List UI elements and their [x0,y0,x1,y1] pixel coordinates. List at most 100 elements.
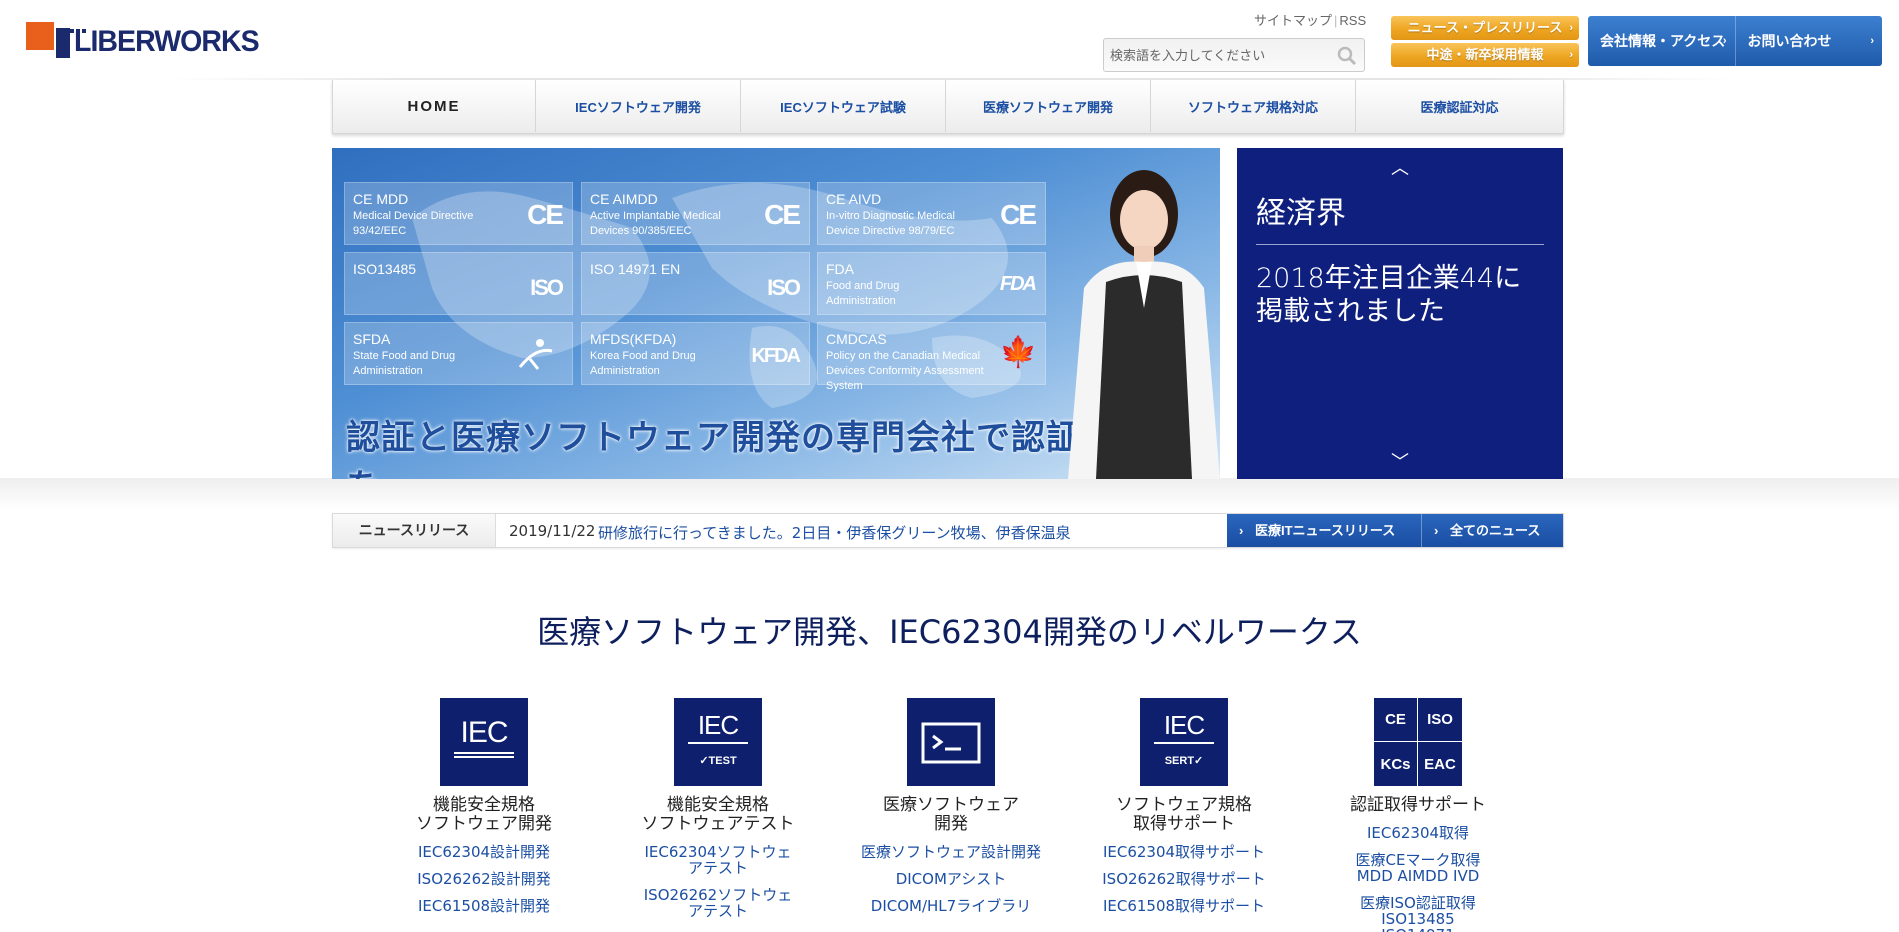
cert-tile-desc: In-vitro Diagnostic Medical Device Direc… [826,210,955,237]
cert-tile: CE AIVD In-vitro Diagnostic Medical Devi… [817,182,1046,245]
nav-software-standards[interactable]: ソフトウェア規格対応 [1151,80,1356,132]
news-press-label: ニュース・プレスリリース [1407,20,1563,35]
feature-body[interactable]: 2018年注目企業44に掲載されました [1256,262,1546,328]
cert-tile-desc: Active Implantable Medical Devices 90/38… [590,210,721,237]
service-name-line: 認証取得サポート [1350,795,1486,815]
service-name-line: ソフトウェア開発 [416,814,552,834]
chevron-right-icon: › [1569,22,1573,34]
iso-mark-icon: ISO [767,275,801,300]
service-link[interactable]: ISO26262取得サポート [1069,871,1299,887]
iec-icon-label: IEC [697,710,739,740]
news-date: 2019/11/22 [509,522,596,540]
cert-tile-title: ISO13485 [353,261,417,277]
iec-test-icon[interactable]: IEC ✓TEST [674,698,762,786]
cert-tile-title: CE AIVD [826,191,882,207]
terminal-icon[interactable] [907,698,995,786]
chevron-right-icon: › [1722,35,1727,47]
logo-text: LIBERWORKS [74,25,260,58]
liberworks-logo[interactable]: LIBERWORKS [26,18,260,60]
fda-mark-icon: FDA [999,273,1037,295]
ce-mark-icon: CE [764,199,801,230]
search-input[interactable] [1104,39,1329,71]
company-access-button[interactable]: 会社情報・アクセス › [1588,16,1736,66]
feature-divider [1256,244,1544,245]
receptionist-photo [1068,170,1220,479]
iso-icon: ISO [1418,698,1462,742]
service-name-line: 機能安全規格 [667,795,769,815]
service-link[interactable]: IEC62304ソフトウェアテスト [641,844,795,876]
nav-medical-certification[interactable]: 医療認証対応 [1356,80,1563,132]
service-link[interactable]: 医療ソフトウェア設計開発 [836,844,1066,860]
nav-home[interactable]: HOME [333,80,536,132]
cert-tile-desc: State Food and Drug Administration [353,350,456,377]
all-news-button[interactable]: › 全てのニュース [1422,514,1563,547]
nav-medical-software-dev[interactable]: 医療ソフトウェア開発 [946,80,1151,132]
cert-tile-desc: Korea Food and Drug Administration [590,350,696,377]
service-column: 医療ソフトウェア 開発 医療ソフトウェア設計開発 DICOMアシスト DICOM… [836,698,1066,925]
hero-banner[interactable]: CE MDD Medical Device Directive 93/42/EE… [332,148,1220,479]
service-column: IEC 機能安全規格 ソフトウェア開発 IEC62304設計開発 ISO2626… [369,698,599,925]
service-link[interactable]: IEC62304取得 [1351,825,1485,841]
service-link[interactable]: IEC62304取得サポート [1069,844,1299,860]
news-press-button[interactable]: ニュース・プレスリリース › [1391,16,1579,40]
cert-tile: ISO 14971 EN ISO [581,252,810,315]
chevron-right-icon: › [1239,523,1244,538]
medical-it-news-label: 医療ITニュースリリース [1255,523,1396,538]
nav-iec-software-dev[interactable]: IECソフトウェア開発 [536,80,741,132]
iec-icon[interactable]: IEC [440,698,528,786]
service-name-line: 医療ソフトウェア [883,795,1019,815]
test-icon-label: ✓TEST [699,755,737,767]
medical-it-news-button[interactable]: › 医療ITニュースリリース [1227,514,1422,547]
service-link[interactable]: IEC61508設計開発 [369,898,599,914]
cert-tile: FDA Food and Drug Administration FDA [817,252,1046,315]
service-name-line: 開発 [934,814,968,834]
feature-heading: 経済界 [1256,196,1346,231]
service-name[interactable]: 認証取得サポート [1303,796,1533,815]
service-link[interactable]: DICOM/HL7ライブラリ [836,898,1066,914]
service-link[interactable]: 医療ISO認証取得 ISO13485 ISO14971 [1351,895,1485,932]
cert-tile-title: ISO 14971 EN [590,261,681,277]
cert-tile-title: CE AIMDD [590,191,658,207]
cert-tile-title: CE MDD [353,191,409,207]
ce-mark-icon: CE [1000,199,1037,230]
iec-cert-icon[interactable]: IEC SERT✓ [1140,698,1228,786]
hero-shadow-band [0,478,1899,510]
recruit-button[interactable]: 中途・新卒採用情報 › [1391,43,1579,67]
service-name[interactable]: ソフトウェア規格 取得サポート [1069,796,1299,834]
contact-label: お問い合わせ [1747,33,1832,49]
service-name[interactable]: 機能安全規格 ソフトウェア開発 [369,796,599,834]
sitemap-link[interactable]: サイトマップ [1254,13,1332,28]
nav-iec-software-test[interactable]: IECソフトウェア試験 [741,80,946,132]
eac-icon: EAC [1424,755,1456,773]
search-box [1103,38,1365,72]
service-name[interactable]: 機能安全規格 ソフトウェアテスト [603,796,833,834]
service-link[interactable]: IEC61508取得サポート [1069,898,1299,914]
service-link[interactable]: 医療CEマーク取得 MDD AIMDD IVD [1351,852,1485,884]
chevron-right-icon: › [1569,49,1573,61]
service-link[interactable]: DICOMアシスト [836,871,1066,887]
service-name[interactable]: 医療ソフトウェア 開発 [836,796,1066,834]
header-blue-buttons: 会社情報・アクセス › お問い合わせ › [1588,16,1882,66]
service-link[interactable]: ISO26262ソフトウェアテスト [641,887,795,919]
company-access-label: 会社情報・アクセス [1600,33,1726,49]
ce-mark-icon: CE [527,199,564,230]
recruit-label: 中途・新卒採用情報 [1426,47,1544,62]
service-link[interactable]: IEC62304設計開発 [369,844,599,860]
search-icon[interactable] [1336,46,1358,66]
main-nav: HOME IECソフトウェア開発 IECソフトウェア試験 医療ソフトウェア開発 … [332,80,1564,134]
chevron-up-icon[interactable]: ︿ [1391,154,1409,180]
service-link[interactable]: ISO26262設計開発 [369,871,599,887]
rss-link[interactable]: RSS [1339,13,1366,28]
cert-tile-title: FDA [826,261,854,277]
certification-marks-icon[interactable]: CE ISO KCs EAC [1374,698,1462,786]
iec-icon-label: IEC [460,716,508,749]
news-headline-link[interactable]: 研修旅行に行ってきました。2日目・伊香保グリーン牧場、伊香保温泉 [598,522,1071,543]
ce-icon: CE [1374,698,1418,742]
contact-button[interactable]: お問い合わせ › [1736,16,1883,66]
kfda-mark-icon: KFDA [751,345,801,367]
iso-mark-icon: ISO [530,275,564,300]
cert-tile-title: MFDS(KFDA) [590,331,677,347]
cert-tile-title: CMDCAS [826,331,887,347]
chevron-down-icon[interactable]: ﹀ [1391,448,1409,474]
service-name-line: ソフトウェア規格 [1116,795,1252,815]
